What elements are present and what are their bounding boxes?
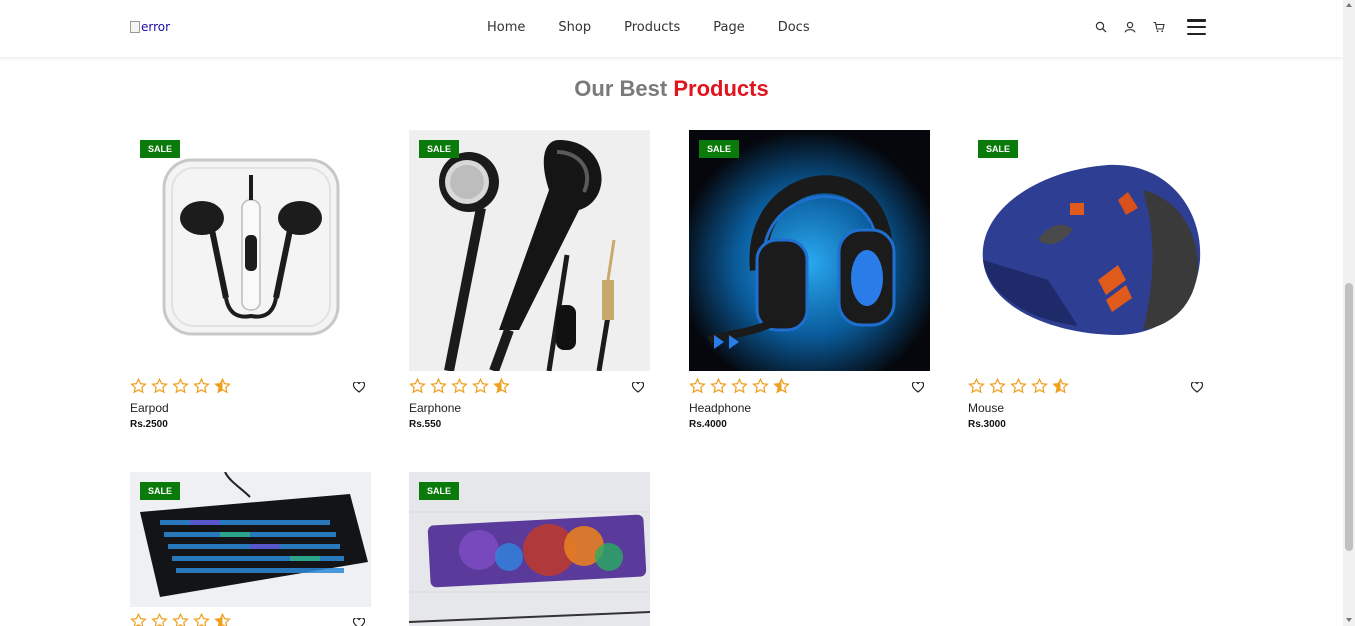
broken-image-icon [130, 21, 140, 33]
star-rating [968, 378, 1073, 394]
half-star-icon [214, 378, 231, 394]
product-name[interactable]: Headphone [689, 401, 751, 415]
product-image-earphone[interactable]: SALE [409, 130, 650, 371]
star-icon [451, 378, 468, 394]
user-icon[interactable] [1123, 20, 1137, 34]
scroll-up-arrow-icon[interactable] [1346, 3, 1352, 7]
nav-home[interactable]: Home [487, 20, 525, 35]
logo[interactable]: error [130, 20, 170, 34]
nav-docs[interactable]: Docs [778, 20, 810, 35]
sale-badge: SALE [699, 140, 740, 158]
wishlist-heart-icon[interactable] [352, 378, 366, 397]
scroll-down-arrow-icon[interactable] [1346, 618, 1352, 622]
wishlist-heart-icon[interactable] [631, 378, 645, 397]
sale-badge: SALE [140, 482, 181, 500]
scroll-thumb[interactable] [1345, 283, 1353, 551]
section-title: Our Best Products [0, 76, 1343, 102]
wishlist-heart-icon[interactable] [1190, 378, 1204, 397]
half-star-icon [1052, 378, 1069, 394]
star-icon [689, 378, 706, 394]
product-name[interactable]: Earpod [130, 401, 169, 415]
nav-page[interactable]: Page [713, 20, 744, 35]
star-icon [172, 613, 189, 626]
star-icon [193, 613, 210, 626]
star-icon [130, 378, 147, 394]
star-icon [710, 378, 727, 394]
product-card[interactable]: SALE Headphone Rs.4000 [689, 130, 930, 430]
star-rating [689, 378, 794, 394]
page: error Home Shop Products Page Docs Our B… [0, 0, 1355, 626]
star-rating [130, 613, 235, 626]
star-icon [752, 378, 769, 394]
search-icon[interactable] [1094, 20, 1108, 34]
star-rating [409, 378, 514, 394]
star-icon [731, 378, 748, 394]
product-name[interactable]: Earphone [409, 401, 461, 415]
nav-shop[interactable]: Shop [558, 20, 591, 35]
star-icon [472, 378, 489, 394]
star-icon [989, 378, 1006, 394]
section-title-part1: Our Best [574, 76, 668, 101]
product-price: Rs.550 [409, 419, 442, 430]
product-price: Rs.2500 [130, 419, 168, 430]
page-scrollbar[interactable] [1343, 0, 1355, 626]
product-image-mousepad[interactable]: SALE [409, 472, 650, 626]
product-card[interactable]: SALE Mouse Rs.3000 [968, 130, 1209, 430]
star-icon [430, 378, 447, 394]
logo-alt-text: error [141, 20, 171, 34]
half-star-icon [493, 378, 510, 394]
star-icon [151, 378, 168, 394]
half-star-icon [214, 613, 231, 626]
site-header: error Home Shop Products Page Docs [0, 0, 1343, 58]
sale-badge: SALE [419, 482, 460, 500]
star-icon [151, 613, 168, 626]
product-image-mouse[interactable]: SALE [968, 130, 1209, 371]
header-icons [1094, 19, 1206, 35]
product-card[interactable]: SALE [409, 472, 650, 626]
star-icon [193, 378, 210, 394]
star-icon [1031, 378, 1048, 394]
star-icon [968, 378, 985, 394]
sale-badge: SALE [419, 140, 460, 158]
product-price: Rs.4000 [689, 419, 727, 430]
product-name[interactable]: Mouse [968, 401, 1004, 415]
product-card[interactable]: SALE Earphone Rs.550 [409, 130, 650, 430]
star-rating [130, 378, 235, 394]
menu-icon[interactable] [1187, 19, 1206, 35]
product-image-headphone[interactable]: SALE [689, 130, 930, 371]
cart-icon[interactable] [1152, 20, 1166, 34]
product-image-keyboard[interactable]: SALE [130, 472, 371, 607]
half-star-icon [773, 378, 790, 394]
star-icon [130, 613, 147, 626]
sale-badge: SALE [978, 140, 1019, 158]
section-title-part2: Products [673, 76, 769, 101]
wishlist-heart-icon[interactable] [352, 614, 366, 626]
product-card[interactable]: SALE Earpod Rs.2500 [130, 130, 371, 430]
star-icon [409, 378, 426, 394]
product-card[interactable]: SALE [130, 472, 371, 626]
star-icon [1010, 378, 1027, 394]
wishlist-heart-icon[interactable] [911, 378, 925, 397]
sale-badge: SALE [140, 140, 181, 158]
main-nav: Home Shop Products Page Docs [487, 20, 843, 35]
product-image-earpod[interactable]: SALE [130, 130, 371, 371]
product-price: Rs.3000 [968, 419, 1006, 430]
nav-products[interactable]: Products [624, 20, 680, 35]
star-icon [172, 378, 189, 394]
